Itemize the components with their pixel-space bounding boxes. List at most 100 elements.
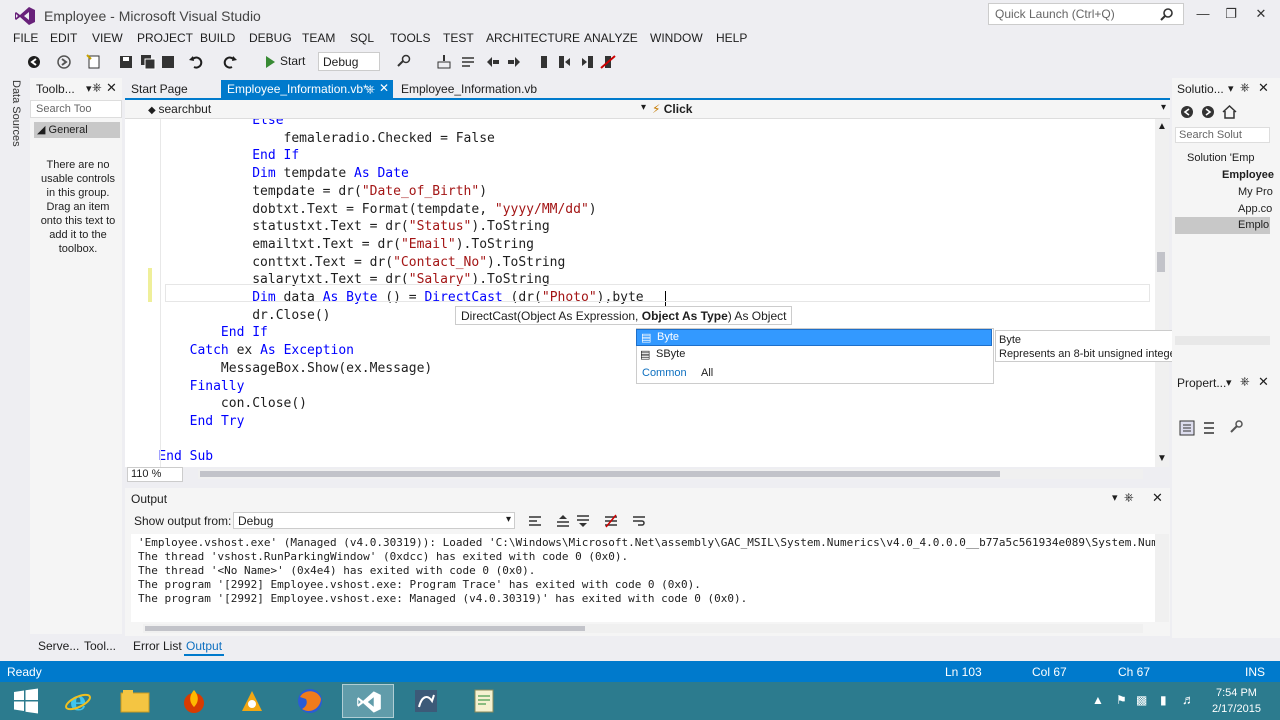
back-icon[interactable] [26,54,42,70]
back-icon[interactable] [1180,105,1194,119]
code-line[interactable]: Finally [127,378,245,396]
tree-solution[interactable]: Solution 'Emp [1187,152,1255,164]
taskbar-firefox[interactable] [284,684,336,718]
redo-icon[interactable] [222,54,238,70]
previous-message-icon[interactable] [556,514,570,528]
editor-vertical-scroll-thumb[interactable] [1157,252,1165,272]
menu-window[interactable]: WINDOW [650,31,703,45]
minimize-icon[interactable]: — [1190,3,1216,25]
code-line[interactable]: Catch ex As Exception [127,342,354,360]
menu-analyze[interactable]: ANALYZE [584,31,638,45]
code-line[interactable]: dr.Close() [127,307,330,325]
wrench-icon[interactable] [1229,420,1243,434]
pin-icon[interactable]: ⎈ [1124,490,1134,505]
toolbox-group-general[interactable]: ◢ General [34,122,120,138]
search-icon[interactable] [1160,7,1174,21]
find-message-icon[interactable] [528,514,542,528]
code-line[interactable]: Else [127,119,283,130]
forward-icon[interactable] [1201,105,1215,119]
close-icon[interactable]: ✕ [1258,374,1269,390]
find-in-files-icon[interactable] [396,54,412,70]
event-dropdown[interactable]: ⚡ Click ▾ [652,102,1168,117]
tab-employee-information-code[interactable]: Employee_Information.vb* ⎈ ✕ [221,80,393,98]
dropdown-icon[interactable]: ▾ [1228,82,1234,95]
menu-build[interactable]: BUILD [200,31,235,45]
solution-configuration-dropdown[interactable]: Debug [318,52,380,71]
word-wrap-icon[interactable] [632,514,646,528]
code-line[interactable]: End If [127,147,299,165]
close-icon[interactable]: ✕ [1258,80,1269,96]
tab-error-list[interactable]: Error List [131,638,184,654]
pin-icon[interactable]: ⎈ [1240,80,1250,95]
pin-icon[interactable]: ⎈ [365,82,375,97]
clock-time[interactable]: 7:54 PM [1216,687,1257,699]
toolbox-search-input[interactable]: Search Too [30,100,122,118]
save-all-icon[interactable] [140,54,156,70]
completion-tab-all[interactable]: All [701,367,713,379]
scroll-up-icon[interactable]: ▲ [1157,121,1167,132]
dropdown-icon[interactable]: ▾ [1112,491,1118,504]
comment-icon[interactable] [460,54,476,70]
scroll-down-icon[interactable]: ▼ [1157,453,1167,464]
pin-icon[interactable]: ⎈ [1240,374,1250,389]
tree-app-config[interactable]: App.co [1238,203,1272,215]
show-hidden-icons-icon[interactable]: ▲ [1092,693,1104,707]
editor-vertical-scrollbar[interactable] [1155,119,1169,467]
member-dropdown[interactable]: ◆ searchbut ▾ [148,102,648,117]
close-icon[interactable]: ✕ [1152,490,1163,506]
clear-bookmarks-icon[interactable] [600,54,616,70]
bookmark-icon[interactable] [536,54,552,70]
start-button[interactable]: Start [280,54,305,68]
code-line[interactable]: End Sub [127,448,213,466]
menu-file[interactable]: FILE [13,31,38,45]
output-vertical-scrollbar[interactable] [1155,534,1169,622]
close-icon[interactable]: ✕ [1248,3,1274,25]
editor-horizontal-scroll-thumb[interactable] [200,471,1000,477]
tree-my-project[interactable]: My Pro [1238,186,1273,198]
code-line[interactable]: conttxt.Text = dr("Contact_No").ToString [127,254,565,272]
taskbar-file-explorer[interactable] [110,684,162,718]
alphabetical-icon[interactable] [1201,420,1217,436]
pin-icon[interactable]: ⎈ [92,80,102,95]
close-icon[interactable]: ✕ [106,80,117,96]
dropdown-icon[interactable]: ▾ [86,82,92,95]
tab-start-page[interactable]: Start Page [125,80,219,98]
output-text-area[interactable]: 'Employee.vshost.exe' (Managed (v4.0.303… [131,534,1155,622]
menu-help[interactable]: HELP [716,31,747,45]
action-center-flag-icon[interactable]: ⚑ [1116,693,1127,707]
navigate-forward-icon[interactable] [506,54,522,70]
tab-toolbox[interactable]: Tool... [82,638,118,654]
solution-explorer-title[interactable]: Solutio... [1177,82,1224,96]
menu-debug[interactable]: DEBUG [249,31,292,45]
zoom-dropdown[interactable]: 110 % [127,467,183,482]
code-line[interactable]: Dim tempdate As Date [127,165,409,183]
menu-test[interactable]: TEST [443,31,474,45]
output-horizontal-scroll-thumb[interactable] [145,626,585,631]
dropdown-icon[interactable]: ▾ [1226,376,1232,389]
code-line[interactable]: statustxt.Text = dr("Status").ToString [127,218,549,236]
taskbar-sql-server[interactable] [400,684,452,718]
tab-employee-information-design[interactable]: Employee_Information.vb [Design]* [395,80,595,110]
clear-all-icon[interactable] [604,514,618,528]
code-line[interactable]: dobtxt.Text = Format(tempdate, "yyyy/MM/… [127,201,596,219]
save-copy-icon[interactable] [160,54,176,70]
taskbar-internet-explorer[interactable]: e [52,684,104,718]
taskbar-notepad[interactable] [458,684,510,718]
code-line[interactable]: End If [127,324,268,342]
tree-employee-information[interactable]: Emplo [1238,219,1269,231]
home-icon[interactable] [1222,104,1237,119]
prev-bookmark-icon[interactable] [580,54,596,70]
menu-sql[interactable]: SQL [350,31,374,45]
menu-team[interactable]: TEAM [302,31,335,45]
step-into-icon[interactable] [436,54,452,70]
restore-icon[interactable]: ❐ [1218,3,1244,25]
categorized-icon[interactable] [1179,420,1195,436]
solution-horizontal-scrollbar[interactable] [1175,336,1270,345]
quick-launch-input[interactable]: Quick Launch (Ctrl+Q) [988,3,1184,25]
output-source-dropdown[interactable]: Debug ▾ [233,512,515,529]
forward-icon[interactable] [56,54,72,70]
tab-output[interactable]: Output [184,638,225,656]
next-message-icon[interactable] [576,514,590,528]
close-icon[interactable]: ✕ [379,81,389,95]
windows-start-icon[interactable] [12,687,40,715]
